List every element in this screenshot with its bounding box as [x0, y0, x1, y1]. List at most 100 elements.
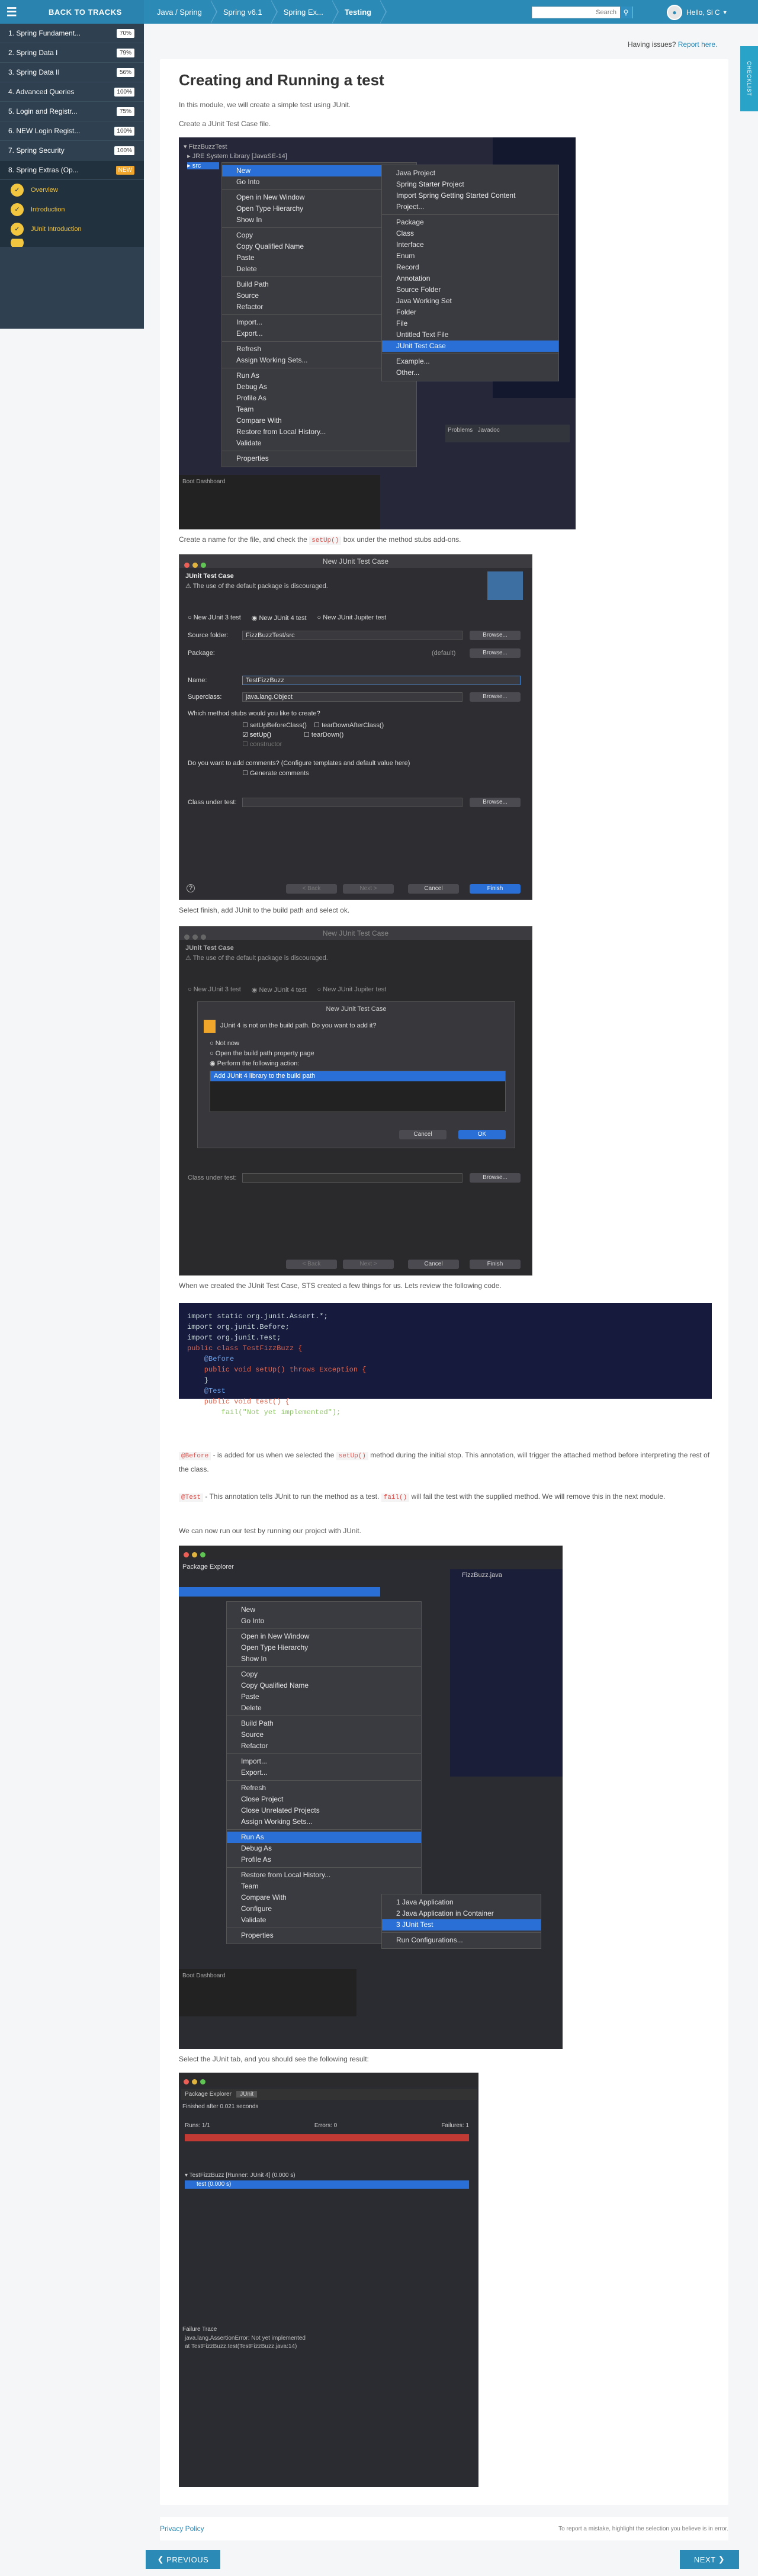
menu-item[interactable]: Copy: [227, 1669, 421, 1680]
back-to-tracks-button[interactable]: ☰ BACK TO TRACKS: [0, 0, 144, 24]
menu-item[interactable]: Record: [382, 262, 558, 273]
menu-item[interactable]: Restore from Local History...: [227, 1870, 421, 1881]
radio-jupiter[interactable]: ○ New JUnit Jupiter test: [317, 986, 387, 994]
menu-item[interactable]: Refresh: [227, 1782, 421, 1794]
checkbox-teardownafterclass[interactable]: ☐ tearDownAfterClass(): [314, 722, 384, 729]
sidebar-lesson[interactable]: ✓ JUnit Introduction: [0, 219, 144, 239]
trace-line[interactable]: at TestFizzBuzz.test(TestFizzBuzz.java:1…: [185, 2343, 306, 2351]
sidebar-track-current[interactable]: 8. Spring Extras (Op... NEW: [0, 160, 144, 180]
browse-button[interactable]: Browse...: [470, 692, 521, 702]
finish-button[interactable]: Finish: [470, 884, 521, 894]
menu-item[interactable]: Open Type Hierarchy: [227, 1642, 421, 1653]
menu-item[interactable]: Team: [227, 1881, 421, 1892]
menu-item[interactable]: Annotation: [382, 273, 558, 284]
browse-button[interactable]: Browse...: [470, 798, 521, 807]
menu-item[interactable]: Close Project: [227, 1794, 421, 1805]
radio-junit3[interactable]: ○ New JUnit 3 test: [188, 614, 241, 622]
menu-item[interactable]: Go Into: [227, 1615, 421, 1627]
menu-item[interactable]: JUnit Test Case: [382, 341, 558, 352]
search-input[interactable]: [532, 7, 620, 18]
menu-item[interactable]: Untitled Text File: [382, 329, 558, 341]
menu-item[interactable]: Export...: [227, 1767, 421, 1778]
ok-button[interactable]: OK: [458, 1130, 506, 1139]
checkbox-setupbeforeclass[interactable]: ☐ setUpBeforeClass(): [242, 722, 307, 729]
package-explorer-tab[interactable]: Package Explorer: [185, 2091, 232, 2098]
next-button[interactable]: Next >: [343, 884, 394, 894]
radio-jupiter[interactable]: ○ New JUnit Jupiter test: [317, 614, 387, 622]
menu-item[interactable]: 2 Java Application in Container: [382, 1908, 541, 1919]
menu-item[interactable]: Class: [382, 228, 558, 239]
radio-junit3[interactable]: ○ New JUnit 3 test: [188, 986, 241, 994]
test-row[interactable]: test (0.000 s): [185, 2180, 469, 2189]
menu-item[interactable]: Properties: [222, 453, 416, 464]
previous-button[interactable]: ❮ PREVIOUS: [146, 2550, 220, 2569]
checklist-tab[interactable]: CHECKLIST: [740, 46, 758, 111]
sidebar-lesson[interactable]: ✓ Overview: [0, 180, 144, 200]
editor-tab[interactable]: FizzBuzz.java: [450, 1569, 563, 1581]
test-suite-row[interactable]: ▾ TestFizzBuzz [Runner: JUnit 4] (0.000 …: [185, 2172, 296, 2179]
source-folder-input[interactable]: FizzBuzzTest/src: [242, 631, 462, 640]
browse-button[interactable]: Browse...: [470, 1173, 521, 1183]
breadcrumb-item[interactable]: Java / Spring: [144, 0, 217, 24]
menu-item[interactable]: Assign Working Sets...: [227, 1816, 421, 1827]
radio-open-build-path[interactable]: ○ Open the build path property page: [210, 1050, 314, 1057]
radio-junit4[interactable]: ◉ New JUnit 4 test: [252, 986, 307, 994]
menu-item[interactable]: Import...: [227, 1756, 421, 1767]
user-greeting[interactable]: Hello, Si C: [686, 8, 720, 17]
hamburger-icon[interactable]: ☰: [0, 5, 24, 20]
sidebar-track[interactable]: 6. NEW Login Regist... 100%: [0, 121, 144, 141]
menu-item[interactable]: Profile As: [222, 393, 416, 404]
menu-item[interactable]: Other...: [382, 367, 558, 378]
list-item[interactable]: Add JUnit 4 library to the build path: [210, 1071, 505, 1081]
back-button[interactable]: < Back: [286, 1260, 337, 1269]
sidebar-track[interactable]: 3. Spring Data II 56%: [0, 63, 144, 82]
menu-item[interactable]: Team: [222, 404, 416, 415]
sidebar-lesson[interactable]: ✓ Introduction: [0, 200, 144, 219]
menu-item[interactable]: Restore from Local History...: [222, 426, 416, 438]
report-link[interactable]: Report here.: [678, 40, 718, 49]
class-under-test-input[interactable]: [242, 1173, 462, 1183]
breadcrumb-item[interactable]: Spring Ex...: [270, 0, 339, 24]
menu-item[interactable]: Copy Qualified Name: [227, 1680, 421, 1691]
menu-item[interactable]: Java Working Set: [382, 295, 558, 307]
selected-project-row[interactable]: [179, 1587, 380, 1597]
menu-item[interactable]: 1 Java Application: [382, 1897, 541, 1908]
menu-item[interactable]: Package: [382, 217, 558, 228]
menu-item[interactable]: Project...: [382, 201, 558, 213]
sidebar-track[interactable]: 5. Login and Registr... 75%: [0, 102, 144, 121]
menu-item[interactable]: File: [382, 318, 558, 329]
menu-item[interactable]: Spring Starter Project: [382, 179, 558, 190]
menu-item[interactable]: Source Folder: [382, 284, 558, 295]
browse-button[interactable]: Browse...: [470, 631, 521, 640]
menu-item[interactable]: 3 JUnit Test: [382, 1919, 541, 1931]
menu-item[interactable]: Debug As: [222, 381, 416, 393]
menu-item[interactable]: Example...: [382, 356, 558, 367]
superclass-input[interactable]: java.lang.Object: [242, 692, 462, 702]
trace-line[interactable]: java.lang.AssertionError: Not yet implem…: [185, 2334, 306, 2343]
cancel-button[interactable]: Cancel: [408, 884, 459, 894]
menu-item[interactable]: Folder: [382, 307, 558, 318]
menu-item[interactable]: Build Path: [227, 1718, 421, 1729]
menu-item[interactable]: Run Configurations...: [382, 1935, 541, 1946]
menu-item[interactable]: Run As: [227, 1832, 421, 1843]
avatar[interactable]: ●: [667, 5, 682, 20]
menu-item[interactable]: Close Unrelated Projects: [227, 1805, 421, 1816]
menu-item[interactable]: Paste: [227, 1691, 421, 1703]
junit-tab[interactable]: JUnit: [236, 2091, 258, 2098]
search-icon[interactable]: ⚲: [620, 7, 632, 18]
menu-item[interactable]: Show In: [227, 1653, 421, 1665]
back-button[interactable]: < Back: [286, 884, 337, 894]
checkbox-generate-comments[interactable]: ☐ Generate comments: [242, 769, 309, 777]
package-explorer-tab[interactable]: Package Explorer: [182, 1563, 234, 1570]
window-controls[interactable]: [184, 559, 209, 572]
menu-item[interactable]: Debug As: [227, 1843, 421, 1854]
sidebar-lesson[interactable]: [0, 239, 144, 247]
menu-item[interactable]: Profile As: [227, 1854, 421, 1865]
chevron-down-icon[interactable]: ▼: [722, 9, 728, 15]
sidebar-track[interactable]: 2. Spring Data I 79%: [0, 43, 144, 63]
menu-item[interactable]: Enum: [382, 250, 558, 262]
menu-item[interactable]: Import Spring Getting Started Content: [382, 190, 558, 201]
next-button[interactable]: Next >: [343, 1260, 394, 1269]
menu-item[interactable]: Delete: [227, 1703, 421, 1714]
menu-item[interactable]: Compare With: [222, 415, 416, 426]
